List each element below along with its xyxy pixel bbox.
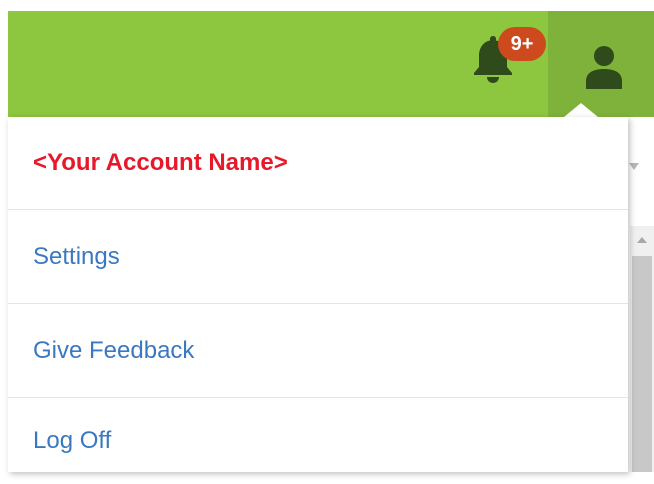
menu-item-settings[interactable]: Settings — [8, 210, 628, 304]
menu-item-label: Settings — [33, 242, 120, 270]
user-account-button[interactable] — [548, 11, 654, 117]
account-name-item: <Your Account Name> — [8, 117, 628, 210]
menu-item-label: Log Off — [33, 427, 112, 454]
menu-item-give-feedback[interactable]: Give Feedback — [8, 304, 628, 398]
account-dropdown-menu: <Your Account Name> Settings Give Feedba… — [8, 117, 628, 472]
menu-item-label: Give Feedback — [33, 336, 195, 364]
scroll-up-arrow-icon[interactable] — [637, 237, 647, 243]
menu-item-log-off[interactable]: Log Off — [8, 398, 628, 484]
notification-badge: 9+ — [498, 27, 546, 61]
scroll-thumb[interactable] — [632, 256, 652, 472]
dropdown-pointer — [564, 103, 598, 117]
user-icon — [586, 46, 622, 89]
account-name-label: <Your Account Name> — [33, 149, 288, 176]
background-scrollbar[interactable] — [630, 226, 654, 472]
background-dropdown-caret-icon[interactable] — [629, 163, 639, 170]
